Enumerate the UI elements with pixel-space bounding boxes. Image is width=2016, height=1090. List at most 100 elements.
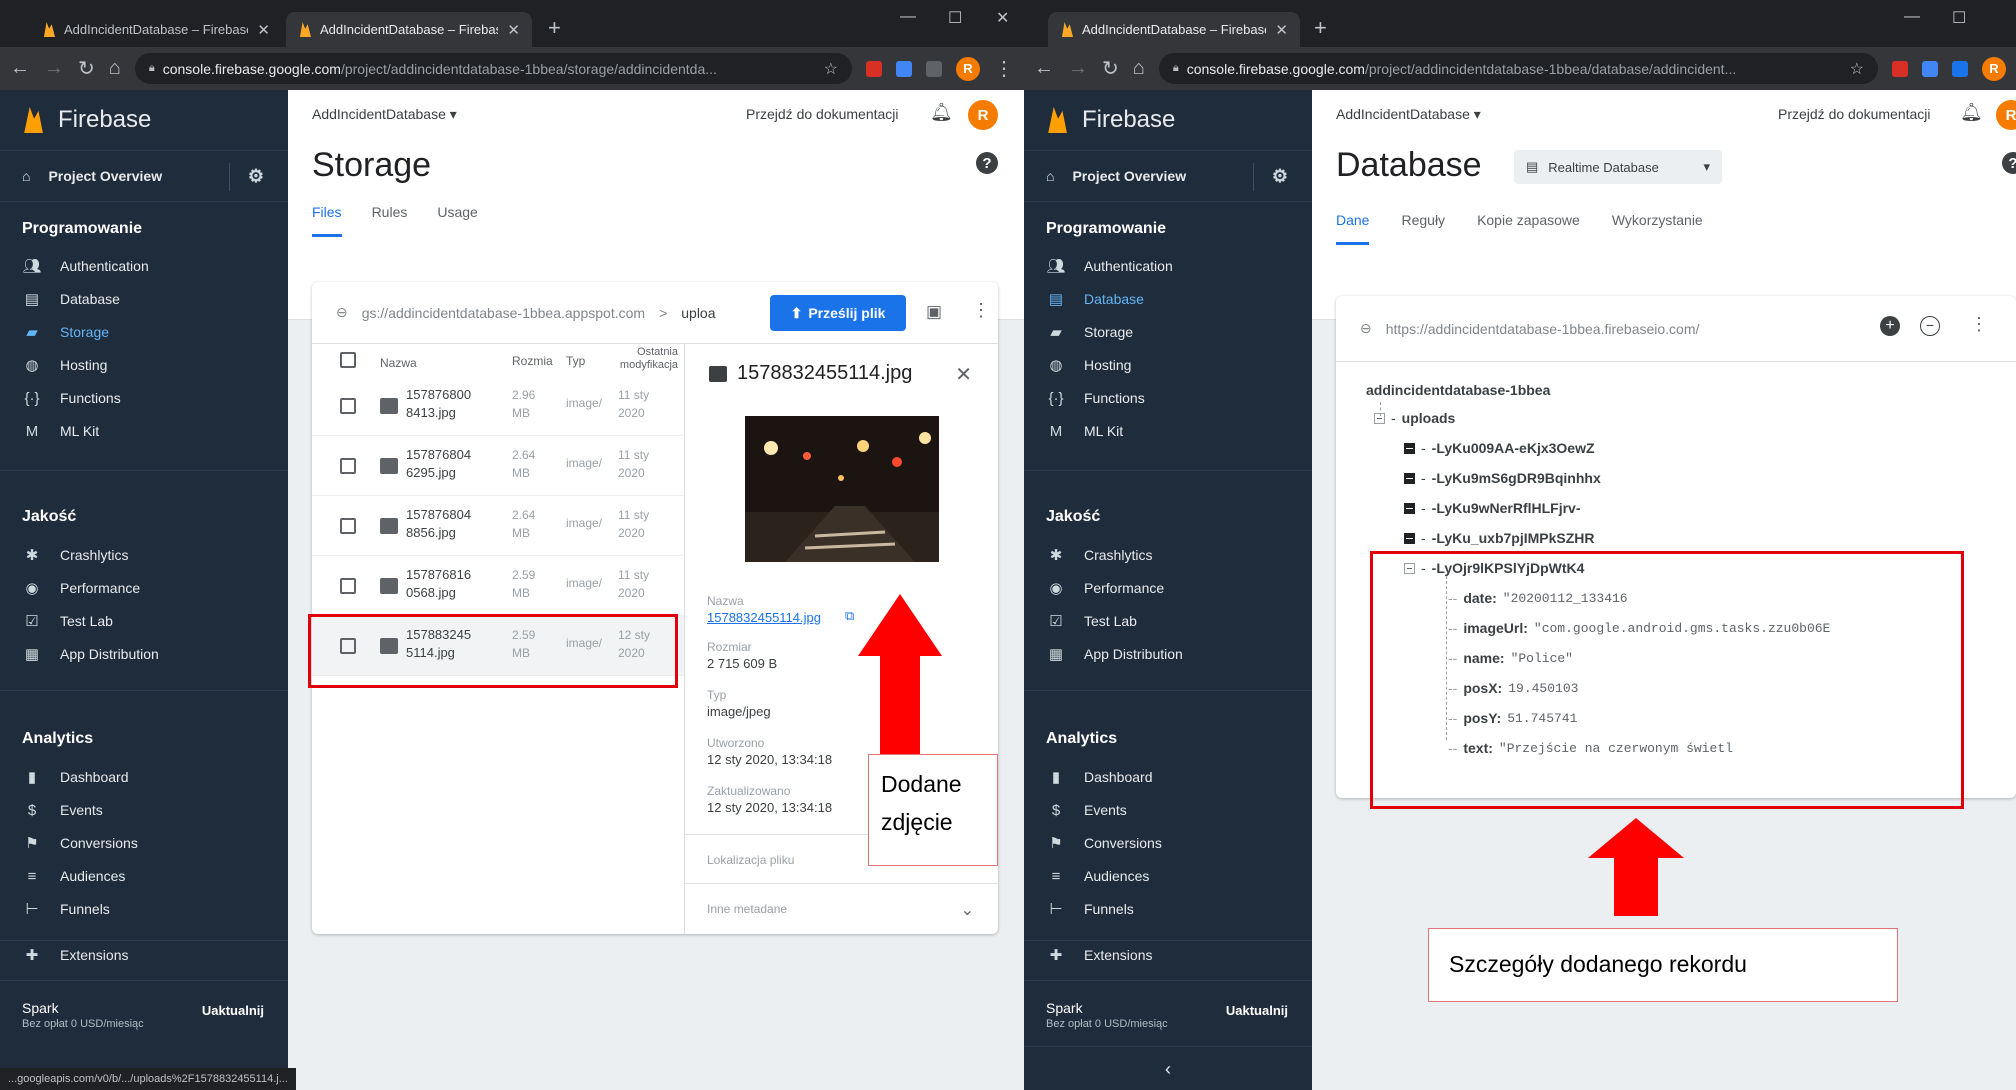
- breadcrumb-folder[interactable]: uploa: [681, 305, 715, 321]
- sidebar-item-conversions[interactable]: ⚑ Conversions: [22, 830, 138, 856]
- expand-node-icon[interactable]: [1404, 502, 1415, 514]
- sidebar-item-authentication[interactable]: 👥︎ Authentication: [22, 253, 148, 279]
- image-preview[interactable]: [745, 416, 939, 562]
- close-window-icon[interactable]: ✕: [996, 8, 1009, 28]
- sidebar-item-storage[interactable]: ▰ Storage: [22, 319, 109, 345]
- profile-avatar[interactable]: R: [956, 56, 980, 81]
- upgrade-button[interactable]: Uaktualnij: [1226, 1003, 1288, 1018]
- sidebar-item-storage[interactable]: ▰ Storage: [1046, 319, 1133, 345]
- file-row[interactable]: 157876804 8856.jpg 2.64 MB image/11 sty 2020: [312, 496, 684, 556]
- docs-link[interactable]: Przejdź do dokumentacji: [1778, 106, 1931, 122]
- sidebar-item-hosting[interactable]: ◍ Hosting: [22, 352, 107, 378]
- expand-node-icon[interactable]: [1404, 442, 1415, 454]
- forward-icon[interactable]: →: [44, 57, 64, 80]
- close-icon[interactable]: ✕: [955, 362, 972, 387]
- collapse-sidebar-button[interactable]: ‹: [1024, 1046, 1312, 1090]
- upgrade-button[interactable]: Uaktualnij: [202, 1003, 264, 1018]
- sidebar-item-funnels[interactable]: ⊢ Funnels: [22, 896, 109, 922]
- tree-node-key[interactable]: - -LyKu009AA-eKjx3OewZ: [1404, 440, 1595, 456]
- minimize-icon[interactable]: —: [900, 8, 916, 26]
- column-name[interactable]: Nazwa: [380, 356, 417, 370]
- extension-icon[interactable]: [1892, 60, 1908, 77]
- upload-file-button[interactable]: ⬆ Prześlij plik: [770, 295, 906, 331]
- url-field[interactable]: 🔒︎ console.firebase.google.com/project/a…: [1158, 53, 1878, 84]
- other-metadata-expander[interactable]: Inne metadane ⌄: [685, 884, 998, 934]
- file-row[interactable]: 157876800 8413.jpg 2.96 MB image/11 sty 2020: [312, 376, 684, 436]
- sidebar-item-audiences[interactable]: ≡ Audiences: [22, 863, 126, 889]
- back-icon[interactable]: ←: [1034, 57, 1054, 80]
- tab-rules[interactable]: Rules: [372, 204, 408, 237]
- close-tab-icon[interactable]: ✕: [1275, 21, 1288, 39]
- user-avatar[interactable]: R: [968, 100, 998, 130]
- row-checkbox[interactable]: [340, 578, 356, 594]
- back-icon[interactable]: ←: [10, 57, 30, 80]
- tab-usage[interactable]: Usage: [437, 204, 477, 237]
- expand-node-icon[interactable]: [1404, 532, 1415, 544]
- column-modified[interactable]: Ostatnia modyfikacja: [618, 346, 678, 372]
- tab-usage[interactable]: Wykorzystanie: [1612, 212, 1703, 245]
- extension-icon[interactable]: [1922, 60, 1938, 77]
- bucket-url[interactable]: gs://addincidentdatabase-1bbea.appspot.c…: [362, 305, 645, 321]
- reload-icon[interactable]: ↻: [78, 56, 95, 81]
- gear-icon[interactable]: ⚙: [248, 166, 264, 187]
- bell-icon[interactable]: 🔔︎: [930, 102, 953, 123]
- close-tab-icon[interactable]: ✕: [507, 21, 520, 39]
- file-row[interactable]: 157876804 6295.jpg 2.64 MB image/11 sty 2020: [312, 436, 684, 496]
- column-type[interactable]: Typ: [566, 354, 585, 368]
- bell-icon[interactable]: 🔔︎: [1960, 102, 1983, 123]
- sidebar-item-functions[interactable]: {·} Functions: [22, 385, 120, 411]
- url-field[interactable]: 🔒︎ console.firebase.google.com/project/a…: [134, 53, 852, 84]
- tab-backups[interactable]: Kopie zapasowe: [1477, 212, 1580, 245]
- column-size[interactable]: Rozmia: [512, 354, 553, 368]
- tab-data[interactable]: Dane: [1336, 212, 1370, 245]
- sidebar-item-conversions[interactable]: ⚑ Conversions: [1046, 830, 1162, 856]
- detail-name-link[interactable]: 1578832455114.jpg: [707, 610, 821, 625]
- user-avatar[interactable]: R: [1996, 100, 2016, 130]
- sidebar-item-extensions[interactable]: ✚ Extensions: [1046, 942, 1153, 968]
- new-folder-icon[interactable]: ▣: [926, 302, 942, 322]
- browser-tab[interactable]: AddIncidentDatabase – Firebase ✕: [30, 12, 282, 47]
- browser-tab-active[interactable]: AddIncidentDatabase – Firebase ✕: [1048, 12, 1300, 47]
- new-tab-icon[interactable]: +: [1314, 17, 1327, 39]
- select-all-checkbox[interactable]: [340, 352, 356, 368]
- sidebar-item-crashlytics[interactable]: ✱ Crashlytics: [1046, 542, 1153, 568]
- sidebar-item-funnels[interactable]: ⊢ Funnels: [1046, 896, 1133, 922]
- new-tab-icon[interactable]: +: [548, 17, 561, 39]
- sidebar-item-dashboard[interactable]: ▮ Dashboard: [22, 764, 129, 790]
- more-options-icon[interactable]: ⋮: [1970, 314, 1988, 335]
- sidebar-item-ml-kit[interactable]: M ML Kit: [1046, 418, 1123, 444]
- browser-tab-active[interactable]: AddIncidentDatabase – Firebase ✕: [286, 12, 532, 47]
- sidebar-item-app-distribution[interactable]: ▦ App Distribution: [22, 641, 159, 667]
- forward-icon[interactable]: →: [1068, 57, 1088, 80]
- gear-icon[interactable]: ⚙: [1272, 166, 1288, 187]
- firebase-brand[interactable]: Firebase: [1046, 100, 1175, 140]
- sidebar-item-dashboard[interactable]: ▮ Dashboard: [1046, 764, 1153, 790]
- sidebar-item-test-lab[interactable]: ☑ Test Lab: [1046, 608, 1137, 634]
- star-icon[interactable]: ☆: [824, 59, 838, 79]
- extension-icon[interactable]: [866, 60, 882, 77]
- row-checkbox[interactable]: [340, 398, 356, 414]
- expand-node-icon[interactable]: [1404, 472, 1415, 484]
- project-overview[interactable]: ⌂ Project Overview ⚙: [0, 150, 288, 202]
- remove-node-icon[interactable]: −: [1920, 316, 1940, 336]
- sidebar-item-events[interactable]: $ Events: [22, 797, 103, 823]
- menu-dots-icon[interactable]: ⋮: [994, 56, 1014, 81]
- tree-node-key[interactable]: - -LyKu9mS6gDR9Bqinhhx: [1404, 470, 1601, 486]
- sidebar-item-performance[interactable]: ◉ Performance: [22, 575, 140, 601]
- project-selector[interactable]: AddIncidentDatabase ▾: [1336, 106, 1481, 123]
- database-type-selector[interactable]: ▤ Realtime Database ▾: [1514, 150, 1722, 184]
- database-url[interactable]: https://addincidentdatabase-1bbea.fireba…: [1386, 321, 1700, 337]
- sidebar-item-hosting[interactable]: ◍ Hosting: [1046, 352, 1131, 378]
- sidebar-item-ml-kit[interactable]: M ML Kit: [22, 418, 99, 444]
- file-row[interactable]: 157876816 0568.jpg 2.59 MB image/11 sty 2020: [312, 556, 684, 616]
- close-tab-icon[interactable]: ✕: [257, 21, 270, 39]
- extension-icon[interactable]: [926, 60, 942, 77]
- profile-avatar[interactable]: R: [1982, 56, 2006, 81]
- docs-link[interactable]: Przejdź do dokumentacji: [746, 106, 899, 122]
- maximize-icon[interactable]: ☐: [948, 8, 962, 28]
- row-checkbox[interactable]: [340, 518, 356, 534]
- star-icon[interactable]: ☆: [1850, 59, 1864, 79]
- home-icon[interactable]: ⌂: [1133, 57, 1145, 80]
- project-overview[interactable]: ⌂ Project Overview ⚙: [1024, 150, 1312, 202]
- collapse-node-icon[interactable]: [1374, 412, 1385, 424]
